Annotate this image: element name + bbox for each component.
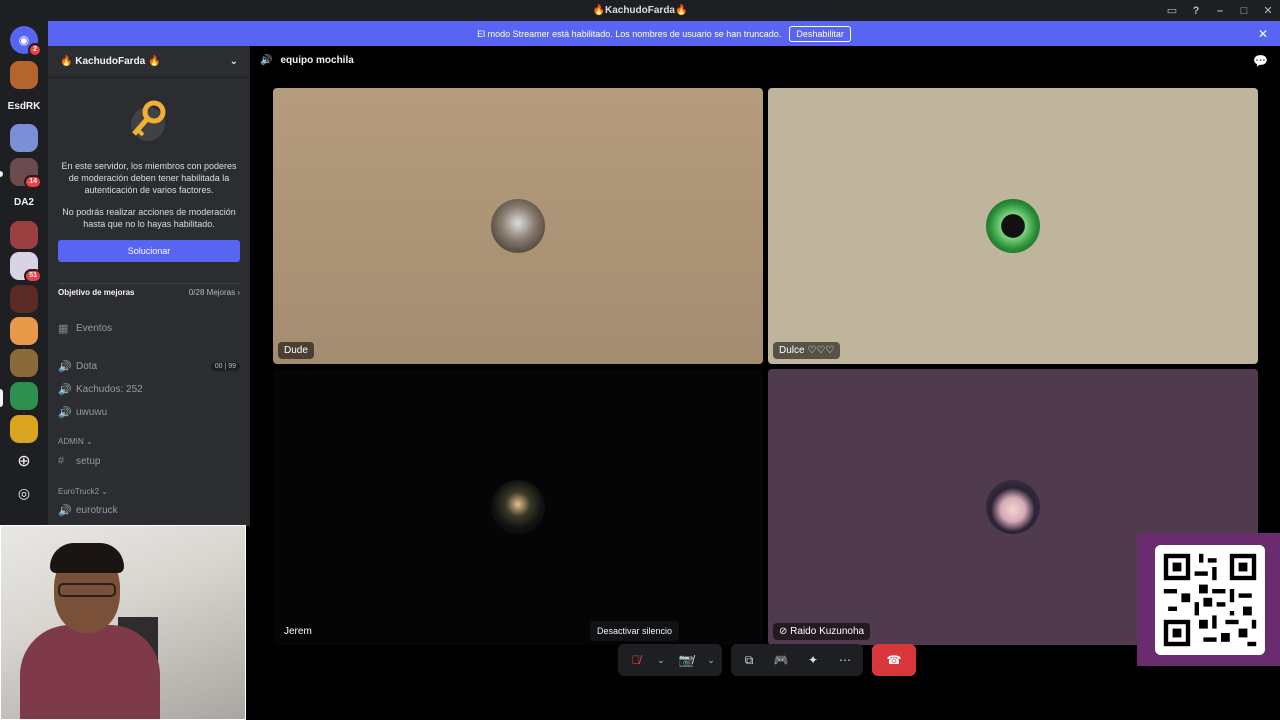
channel-sidebar: 🔥 KachudoFarda 🔥 ⌄ En este servidor, los… xyxy=(48,46,250,526)
server-icon[interactable] xyxy=(10,124,38,152)
server-header[interactable]: 🔥 KachudoFarda 🔥 ⌄ xyxy=(48,46,250,78)
muted-icon: ⊘ xyxy=(779,626,788,637)
webcam-overlay xyxy=(0,525,246,720)
voice-call-area: 🔊 equipo mochila 💬 Dude Dulce ♡♡♡ Jerem … xyxy=(250,46,1280,720)
selected-pill xyxy=(0,389,3,407)
server-icon[interactable] xyxy=(10,221,38,249)
activities-button[interactable]: 🎮 xyxy=(768,649,794,671)
avatar xyxy=(986,199,1040,253)
activity-group: ⧉ 🎮 ✦ ⋯ xyxy=(731,644,863,676)
more-options-button[interactable]: ⋯ xyxy=(832,649,858,671)
home-button[interactable]: ◉ 2 xyxy=(10,26,42,57)
disable-streamer-button[interactable]: Deshabilitar xyxy=(789,25,851,42)
chat-bubble-icon[interactable]: 💬 xyxy=(1253,54,1268,68)
events-item[interactable]: ▦ Eventos xyxy=(58,318,240,338)
server-icon[interactable] xyxy=(10,415,38,443)
participant-name: Jerem xyxy=(284,626,312,637)
share-screen-button[interactable]: ⧉ xyxy=(736,649,762,671)
server-name: 🔥 KachudoFarda 🔥 xyxy=(60,56,161,67)
screen-share-icon[interactable]: ▭ xyxy=(1160,4,1184,17)
server-rail: ◉ 2 EsdRK 14 DA2 51 ⊕ ◎ xyxy=(0,21,48,525)
mention-badge: 14 xyxy=(24,175,42,189)
close-banner-icon[interactable]: ✕ xyxy=(1258,27,1268,41)
call-controls: 🎙̸ ⌄ 📷̸ ⌄ ⧉ 🎮 ✦ ⋯ ☎ xyxy=(618,644,916,676)
streamer-mode-banner: El modo Streamer está habilitado. Los no… xyxy=(48,21,1280,46)
title-bar: 🔥KachudoFarda🔥 ▭ ? – □ ✕ xyxy=(0,0,1280,21)
webcam-frame xyxy=(0,525,246,720)
unmute-tooltip: Desactivar silencio xyxy=(590,621,680,641)
camera-options-chevron-icon[interactable]: ⌄ xyxy=(705,649,717,671)
avatar xyxy=(986,480,1040,534)
participant-tile[interactable]: Dulce ♡♡♡ xyxy=(768,88,1258,364)
voice-channel-dota[interactable]: 🔊 Dota 00 | 99 xyxy=(58,356,240,376)
speaker-icon: 🔊 xyxy=(58,383,72,396)
hangup-icon: ☎ xyxy=(886,653,902,667)
speaker-icon: 🔊 xyxy=(260,55,273,66)
mfa-notice: En este servidor, los miembros con poder… xyxy=(61,161,237,195)
participant-tile[interactable]: Dude xyxy=(273,88,763,364)
boost-progress: 0/28 Mejoras › xyxy=(188,288,240,297)
mic-camera-group: 🎙̸ ⌄ 📷̸ ⌄ xyxy=(618,644,722,676)
mfa-notice-2: No podrás realizar acciones de moderació… xyxy=(62,207,236,229)
text-channel-setup[interactable]: # setup xyxy=(58,451,240,471)
user-limit-badge: 00 | 99 xyxy=(210,361,240,371)
participant-name: Dulce ♡♡♡ xyxy=(773,342,841,359)
avatar xyxy=(491,480,545,534)
voice-channel-name: equipo mochila xyxy=(280,55,354,66)
disconnect-button[interactable]: ☎ xyxy=(872,644,916,676)
window-title: 🔥KachudoFarda🔥 xyxy=(592,5,688,16)
server-icon[interactable] xyxy=(10,317,38,345)
speaker-icon: 🔊 xyxy=(58,360,72,373)
minimize-icon[interactable]: – xyxy=(1208,5,1232,17)
fix-button[interactable]: Solucionar xyxy=(58,240,240,262)
chevron-down-icon: ⌄ xyxy=(229,56,238,67)
maximize-icon[interactable]: □ xyxy=(1232,5,1256,17)
voice-channel-kachudos[interactable]: 🔊 Kachudos: 252 xyxy=(58,379,240,399)
mic-options-chevron-icon[interactable]: ⌄ xyxy=(655,649,667,671)
category-admin[interactable]: ADMIN ⌄ xyxy=(58,437,93,446)
add-server-icon[interactable]: ⊕ xyxy=(10,447,38,475)
server-icon[interactable]: 51 xyxy=(10,252,42,283)
key-icon xyxy=(131,100,166,141)
server-icon[interactable] xyxy=(10,349,38,377)
close-icon[interactable]: ✕ xyxy=(1256,4,1280,17)
server-icon[interactable] xyxy=(10,61,38,89)
qr-code-icon xyxy=(1155,545,1265,655)
mention-badge: 51 xyxy=(24,269,42,283)
participant-name: Dude xyxy=(278,342,314,359)
voice-channel-uwuwu[interactable]: 🔊 uwuwu xyxy=(58,402,240,422)
streamer-message: El modo Streamer está habilitado. Los no… xyxy=(477,28,782,39)
participant-tile[interactable]: Jerem xyxy=(273,369,763,645)
boost-goal[interactable]: Objetivo de mejoras 0/28 Mejoras › xyxy=(58,283,240,297)
discover-icon[interactable]: ◎ xyxy=(10,479,38,507)
avatar xyxy=(491,199,545,253)
camera-off-button[interactable]: 📷̸ xyxy=(673,649,699,671)
hash-icon: # xyxy=(58,455,65,467)
calendar-icon: ▦ xyxy=(58,322,69,335)
qr-overlay xyxy=(1137,533,1280,666)
mention-badge: 2 xyxy=(28,43,42,57)
server-icon[interactable] xyxy=(10,285,38,313)
soundboard-button[interactable]: ✦ xyxy=(800,649,826,671)
speaker-icon: 🔊 xyxy=(58,406,72,419)
server-label[interactable]: DA2 xyxy=(0,197,48,208)
help-icon[interactable]: ? xyxy=(1184,5,1208,17)
boost-label: Objetivo de mejoras xyxy=(58,288,135,297)
server-label[interactable]: EsdRK xyxy=(0,101,48,112)
server-icon[interactable] xyxy=(10,382,38,410)
participant-name-tag: ⊘ Raido Kuzunoha xyxy=(773,623,871,640)
unread-pill xyxy=(0,171,3,177)
unmute-mic-button[interactable]: 🎙̸ xyxy=(623,649,649,671)
speaker-icon: 🔊 xyxy=(58,504,72,517)
server-icon[interactable]: 14 xyxy=(10,158,42,189)
voice-channel-header: 🔊 equipo mochila xyxy=(260,55,354,66)
category-eurotruck[interactable]: EuroTruck2 ⌄ xyxy=(58,487,108,496)
voice-channel-eurotruck[interactable]: 🔊 eurotruck xyxy=(58,500,240,520)
